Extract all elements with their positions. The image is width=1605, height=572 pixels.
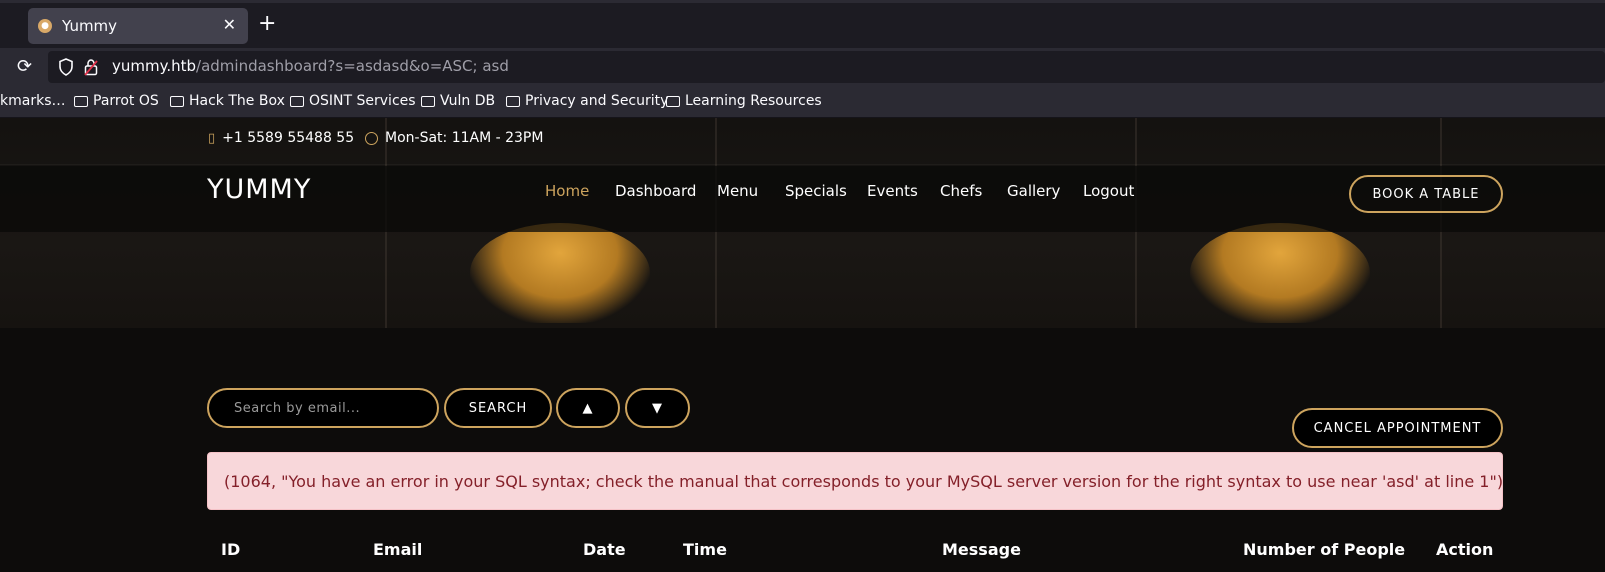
folder-icon bbox=[74, 95, 88, 107]
sort-ascending-button[interactable]: ▲ bbox=[556, 388, 620, 428]
bookmark-parrot-os[interactable]: Parrot OS bbox=[74, 93, 159, 109]
bookmark-hack-the-box[interactable]: Hack The Box bbox=[170, 93, 285, 109]
opening-hours: Mon-Sat: 11AM - 23PM bbox=[365, 130, 543, 146]
insecure-lock-icon[interactable] bbox=[84, 58, 98, 76]
search-email-input[interactable] bbox=[207, 388, 439, 428]
nav-home[interactable]: Home bbox=[545, 182, 589, 200]
browser-tab[interactable]: ● Yummy ✕ bbox=[28, 8, 248, 44]
search-button[interactable]: SEARCH bbox=[444, 388, 552, 428]
nav-logout[interactable]: Logout bbox=[1083, 182, 1134, 200]
bookmark-label: Privacy and Security bbox=[525, 93, 669, 109]
table-header-date: Date bbox=[583, 540, 626, 559]
sql-error-alert: (1064, "You have an error in your SQL sy… bbox=[207, 452, 1503, 510]
bookmark-all[interactable]: kmarks… bbox=[0, 93, 65, 109]
url-text[interactable]: yummy.htb/admindashboard?s=asdasd&o=ASC;… bbox=[112, 57, 509, 75]
divider bbox=[0, 164, 1605, 165]
page-content: ▯ +1 5589 55488 55 Mon-Sat: 11AM - 23PM … bbox=[0, 118, 1605, 572]
nav-dashboard[interactable]: Dashboard bbox=[615, 182, 696, 200]
bookmark-label: Vuln DB bbox=[440, 93, 496, 109]
cancel-appointment-button[interactable]: CANCEL APPOINTMENT bbox=[1292, 408, 1503, 448]
site-logo[interactable]: YUMMY bbox=[207, 174, 311, 205]
bookmark-label: Learning Resources bbox=[685, 93, 822, 109]
folder-icon bbox=[170, 95, 184, 107]
bookmark-vuln-db[interactable]: Vuln DB bbox=[421, 93, 495, 109]
bookmark-learning-resources[interactable]: Learning Resources bbox=[666, 93, 822, 109]
browser-nav-bar: ⟳ yummy.htb/admindashboard?s=asdasd&o=AS… bbox=[0, 48, 1605, 86]
hero-background bbox=[0, 118, 1605, 328]
close-tab-icon[interactable]: ✕ bbox=[223, 15, 236, 34]
clock-icon bbox=[365, 131, 378, 145]
table-header-id: ID bbox=[221, 540, 241, 559]
bookmark-label: Parrot OS bbox=[93, 93, 159, 109]
url-host: yummy.htb bbox=[112, 57, 197, 75]
reload-icon[interactable]: ⟳ bbox=[17, 56, 32, 77]
browser-tab-bar: ● Yummy ✕ + bbox=[0, 0, 1605, 48]
folder-icon bbox=[290, 95, 304, 107]
hours-text: Mon-Sat: 11AM - 23PM bbox=[385, 130, 544, 146]
bookmark-osint-services[interactable]: OSINT Services bbox=[290, 93, 416, 109]
bookmark-label: OSINT Services bbox=[309, 93, 416, 109]
folder-icon bbox=[506, 95, 520, 107]
phone-icon: ▯ bbox=[208, 130, 216, 146]
phone-number: +1 5589 55488 55 bbox=[222, 130, 355, 146]
nav-specials[interactable]: Specials bbox=[785, 182, 847, 200]
site-favicon-icon: ● bbox=[38, 19, 52, 33]
shield-icon[interactable] bbox=[58, 58, 74, 76]
sort-descending-button[interactable]: ▼ bbox=[625, 388, 690, 428]
nav-menu[interactable]: Menu bbox=[717, 182, 758, 200]
bookmark-label: kmarks… bbox=[0, 93, 66, 109]
bookmark-label: Hack The Box bbox=[189, 93, 285, 109]
table-header-number-of-people: Number of People bbox=[1243, 540, 1406, 559]
table-header-time: Time bbox=[683, 540, 727, 559]
new-tab-button[interactable]: + bbox=[258, 13, 276, 35]
book-table-button[interactable]: BOOK A TABLE bbox=[1349, 175, 1503, 213]
url-path: /admindashboard?s=asdasd&o=ASC; asd bbox=[196, 57, 509, 75]
pendant-lamp-image bbox=[470, 223, 650, 323]
folder-icon bbox=[666, 95, 680, 107]
nav-gallery[interactable]: Gallery bbox=[1007, 182, 1060, 200]
tab-title: Yummy bbox=[62, 17, 118, 35]
url-bar[interactable]: yummy.htb/admindashboard?s=asdasd&o=ASC;… bbox=[48, 51, 1605, 83]
bookmarks-bar: kmarks… Parrot OS Hack The Box OSINT Ser… bbox=[0, 86, 1605, 118]
nav-chefs[interactable]: Chefs bbox=[940, 182, 982, 200]
folder-icon bbox=[421, 95, 435, 107]
table-header-action: Action bbox=[1436, 540, 1494, 559]
pendant-lamp-image bbox=[1190, 223, 1370, 323]
table-header-message: Message bbox=[942, 540, 1021, 559]
table-header-email: Email bbox=[373, 540, 423, 559]
nav-events[interactable]: Events bbox=[867, 182, 918, 200]
phone-contact: ▯ +1 5589 55488 55 bbox=[208, 130, 354, 146]
bookmark-privacy-security[interactable]: Privacy and Security bbox=[506, 93, 668, 109]
